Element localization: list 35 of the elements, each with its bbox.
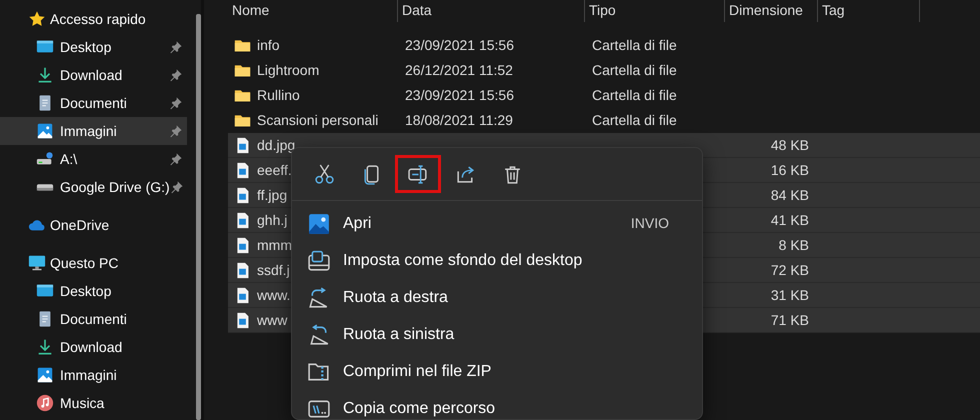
- file-type: Cartella di file: [592, 62, 677, 78]
- file-name: Rullino: [257, 86, 300, 105]
- file-name: ghh.j: [257, 210, 288, 230]
- menu-item-label: Imposta come sfondo del desktop: [343, 250, 582, 270]
- file-size: 16 KB: [770, 162, 809, 178]
- file-name: Scansioni personali: [257, 111, 378, 130]
- menu-item-label: Copia come percorso: [343, 398, 496, 418]
- menu-item-label: Ruota a sinistra: [343, 324, 454, 344]
- file-size: 41 KB: [770, 212, 809, 228]
- file-name: info: [257, 36, 280, 55]
- file-name: mmm: [257, 236, 292, 254]
- file-type: Cartella di file: [592, 112, 677, 128]
- shortcut-label: INVIO: [630, 214, 669, 233]
- file-name: ssdf.j: [257, 260, 290, 280]
- file-name: dd.jpg: [257, 136, 296, 155]
- file-name: Lightroom: [257, 61, 320, 80]
- file-size: 31 KB: [770, 286, 809, 302]
- file-type: Cartella di file: [592, 87, 677, 103]
- file-size: 71 KB: [770, 312, 809, 328]
- file-name: www: [257, 310, 288, 330]
- file-name: www.: [257, 286, 290, 304]
- file-size: 8 KB: [778, 236, 809, 252]
- menu-item-label: Comprimi nel file ZIP: [343, 362, 492, 382]
- menu-item-label: Ruota a destra: [343, 288, 448, 308]
- file-size: 72 KB: [770, 262, 809, 278]
- file-size: 84 KB: [770, 186, 809, 202]
- file-date: 23/09/2021 15:56: [405, 37, 514, 53]
- file-name: ff.jpg: [257, 186, 288, 205]
- file-name: eeeff.: [257, 160, 292, 180]
- file-date: 26/12/2021 11:52: [405, 62, 513, 78]
- menu-item-label: Apri: [343, 214, 372, 234]
- file-type: Cartella di file: [592, 37, 677, 53]
- file-size: 48 KB: [770, 136, 809, 152]
- file-date: 18/08/2021 11:29: [405, 112, 513, 128]
- file-date: 23/09/2021 15:56: [405, 87, 514, 103]
